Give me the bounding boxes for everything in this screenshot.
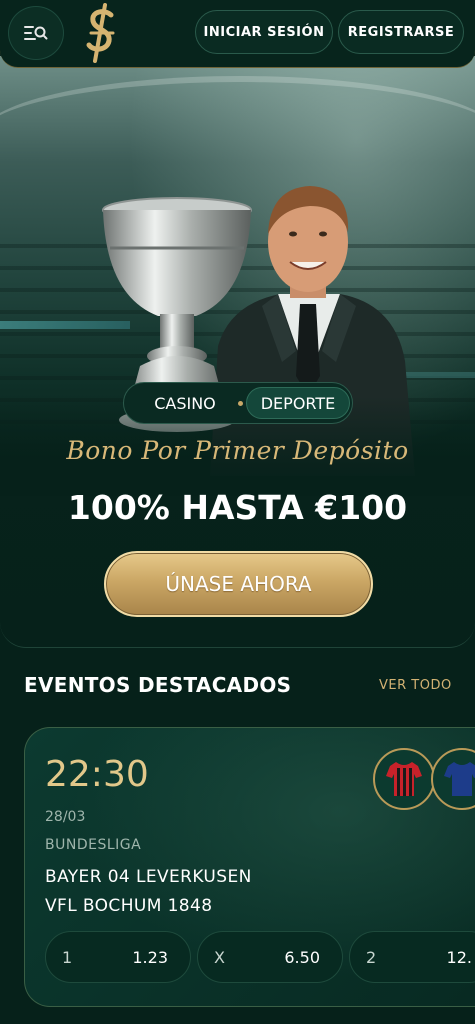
odds-away-button[interactable]: 2 12. [349,931,475,983]
odds-draw-button[interactable]: X 6.50 [197,931,343,983]
home-team-jersey-icon [373,748,435,810]
promo-amount: 100% HASTA €100 [67,488,408,527]
event-date: 28/03 [45,809,86,825]
odds-label: X [214,948,225,967]
event-time: 22:30 [45,754,149,795]
dollar-s-logo [86,3,115,63]
promo-title: Bono Por Primer Depósito [66,436,409,465]
odds-value: 1.23 [132,948,168,967]
see-all-link[interactable]: VER TODO [379,678,452,693]
event-card[interactable]: 22:30 28/03 BUNDESLIGA BAYER 04 LEVERKUS… [24,727,475,1007]
menu-button[interactable] [8,6,64,60]
odds-label: 2 [366,948,377,967]
section-title: EVENTOS DESTACADOS [24,673,292,697]
top-header: INICIAR SESIÓN REGISTRARSE [0,0,475,68]
tab-casino[interactable]: CASINO [130,387,240,419]
menu-search-icon [24,26,48,40]
separator-dot [238,401,243,406]
brand-logo[interactable] [78,2,124,64]
login-button[interactable]: INICIAR SESIÓN [195,10,333,54]
odds-home-button[interactable]: 1 1.23 [45,931,191,983]
event-league: BUNDESLIGA [45,837,142,853]
join-now-button[interactable]: ÚNASE AHORA [104,551,373,617]
away-team-jersey-icon [431,748,475,810]
casino-sport-toggle[interactable]: CASINO DEPORTE [123,382,353,424]
home-team: BAYER 04 LEVERKUSEN [45,867,252,887]
register-button[interactable]: REGISTRARSE [338,10,464,54]
odds-value: 12. [446,948,472,967]
away-team: VFL BOCHUM 1848 [45,896,213,916]
tab-deporte[interactable]: DEPORTE [246,387,350,419]
odds-label: 1 [62,948,73,967]
odds-value: 6.50 [284,948,320,967]
